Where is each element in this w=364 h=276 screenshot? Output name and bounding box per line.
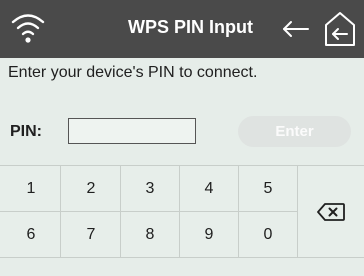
pin-label: PIN: <box>10 123 42 140</box>
connect-prompt: Enter your device's PIN to connect. <box>8 64 258 81</box>
key-9[interactable]: 9 <box>180 212 238 257</box>
key-7[interactable]: 7 <box>62 212 120 257</box>
key-4[interactable]: 4 <box>180 166 238 211</box>
backspace-icon <box>317 202 345 221</box>
wifi-icon <box>11 14 45 43</box>
back-arrow-icon[interactable] <box>280 14 312 44</box>
key-5[interactable]: 5 <box>239 166 297 211</box>
enter-button[interactable]: Enter <box>238 116 351 147</box>
key-8[interactable]: 8 <box>121 212 179 257</box>
key-2[interactable]: 2 <box>62 166 120 211</box>
key-6[interactable]: 6 <box>2 212 60 257</box>
keypad-divider <box>60 166 61 257</box>
home-icon[interactable] <box>323 10 357 48</box>
pin-input[interactable] <box>68 118 196 144</box>
numeric-keypad: 1 2 3 4 5 6 7 8 9 0 <box>0 165 364 258</box>
key-0[interactable]: 0 <box>239 212 297 257</box>
key-3[interactable]: 3 <box>121 166 179 211</box>
title-bar: WPS PIN Input <box>0 0 364 58</box>
key-1[interactable]: 1 <box>2 166 60 211</box>
backspace-key[interactable] <box>298 166 364 257</box>
page-title: WPS PIN Input <box>128 17 253 37</box>
